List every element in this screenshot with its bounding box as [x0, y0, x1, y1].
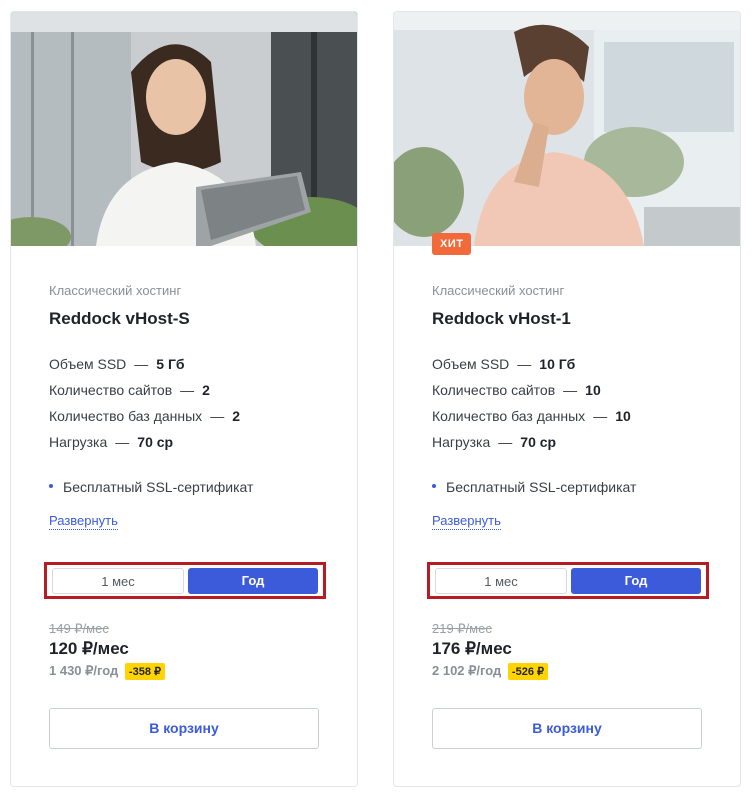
product-category: Классический хостинг [432, 283, 565, 298]
spec-value: 5 Гб [156, 356, 185, 372]
spec-label: Нагрузка [49, 434, 108, 450]
period-year-button[interactable]: Год [571, 568, 701, 594]
spec-label: Объем SSD [49, 356, 127, 372]
spec-value: 10 [615, 408, 631, 424]
spec-load: Нагрузка — 70 cp [49, 434, 240, 460]
spec-label: Количество сайтов [432, 382, 556, 398]
spec-ssd: Объем SSD — 10 Гб [432, 356, 631, 382]
spec-separator: — [180, 382, 195, 398]
spec-databases: Количество баз данных — 2 [49, 408, 240, 434]
spec-separator: — [498, 434, 513, 450]
spec-label: Количество баз данных [49, 408, 203, 424]
feature-label: Бесплатный SSL-сертификат [446, 479, 637, 495]
period-year-button[interactable]: Год [188, 568, 318, 594]
expand-link[interactable]: Развернуть [49, 513, 118, 530]
spec-load: Нагрузка — 70 cp [432, 434, 631, 460]
product-card-vhost-1: ХИТ Классический хостинг Reddock vHost-1… [393, 11, 741, 787]
spec-label: Объем SSD [432, 356, 510, 372]
spec-value: 2 [202, 382, 210, 398]
discount-badge: -358 ₽ [124, 663, 165, 680]
feature-item: Бесплатный SSL-сертификат [432, 479, 636, 495]
spec-databases: Количество баз данных — 10 [432, 408, 631, 434]
spec-label: Количество баз данных [432, 408, 586, 424]
current-price: 176 ₽/мес [432, 639, 512, 658]
product-name: Reddock vHost-S [49, 309, 190, 328]
spec-ssd: Объем SSD — 5 Гб [49, 356, 240, 382]
add-to-cart-button[interactable]: В корзину [432, 708, 702, 749]
yearly-price-row: 2 102 ₽/год -526 ₽ [432, 663, 548, 680]
product-photo-man-thinking [394, 12, 740, 246]
spec-value: 10 Гб [539, 356, 576, 372]
bullet-icon [432, 484, 436, 489]
spec-sites: Количество сайтов — 2 [49, 382, 240, 408]
spec-list: Объем SSD —5 Гб Количество сайтов —2 Колич… [49, 356, 240, 460]
billing-period-highlight: 1 мес Год [427, 562, 709, 599]
spec-value: 70 cp [520, 434, 557, 450]
old-price: 219 ₽/мес [432, 621, 492, 636]
add-to-cart-button[interactable]: В корзину [49, 708, 319, 749]
discount-badge: -526 ₽ [507, 663, 548, 680]
billing-period-toggle: 1 мес Год [52, 568, 318, 594]
yearly-price: 1 430 ₽/год [49, 663, 119, 678]
spec-value: 70 cp [137, 434, 174, 450]
period-month-button[interactable]: 1 мес [435, 568, 567, 594]
product-category: Классический хостинг [49, 283, 182, 298]
spec-separator: — [134, 356, 149, 372]
spec-sites: Количество сайтов — 10 [432, 382, 631, 408]
old-price: 149 ₽/мес [49, 621, 109, 636]
spec-label: Количество сайтов [49, 382, 173, 398]
product-card-vhost-s: Классический хостинг Reddock vHost-S Объ… [10, 11, 358, 787]
spec-separator: — [517, 356, 532, 372]
feature-label: Бесплатный SSL-сертификат [63, 479, 254, 495]
spec-separator: — [563, 382, 578, 398]
billing-period-highlight: 1 мес Год [44, 562, 326, 599]
product-name: Reddock vHost-1 [432, 309, 571, 328]
spec-value: 2 [232, 408, 240, 424]
yearly-price-row: 1 430 ₽/год -358 ₽ [49, 663, 165, 680]
spec-label: Нагрузка [432, 434, 491, 450]
spec-separator: — [210, 408, 225, 424]
period-month-button[interactable]: 1 мес [52, 568, 184, 594]
bullet-icon [49, 484, 53, 489]
product-photo-woman-with-tablet [11, 12, 357, 246]
spec-value: 10 [585, 382, 601, 398]
feature-item: Бесплатный SSL-сертификат [49, 479, 253, 495]
spec-separator: — [593, 408, 608, 424]
expand-link[interactable]: Развернуть [432, 513, 501, 530]
hit-badge: ХИТ [432, 233, 472, 255]
spec-separator: — [115, 434, 130, 450]
spec-list: Объем SSD — 10 Гб Количество сайтов — 10 Кол… [432, 356, 631, 460]
yearly-price: 2 102 ₽/год [432, 663, 502, 678]
current-price: 120 ₽/мес [49, 639, 129, 658]
billing-period-toggle: 1 мес Год [435, 568, 701, 594]
